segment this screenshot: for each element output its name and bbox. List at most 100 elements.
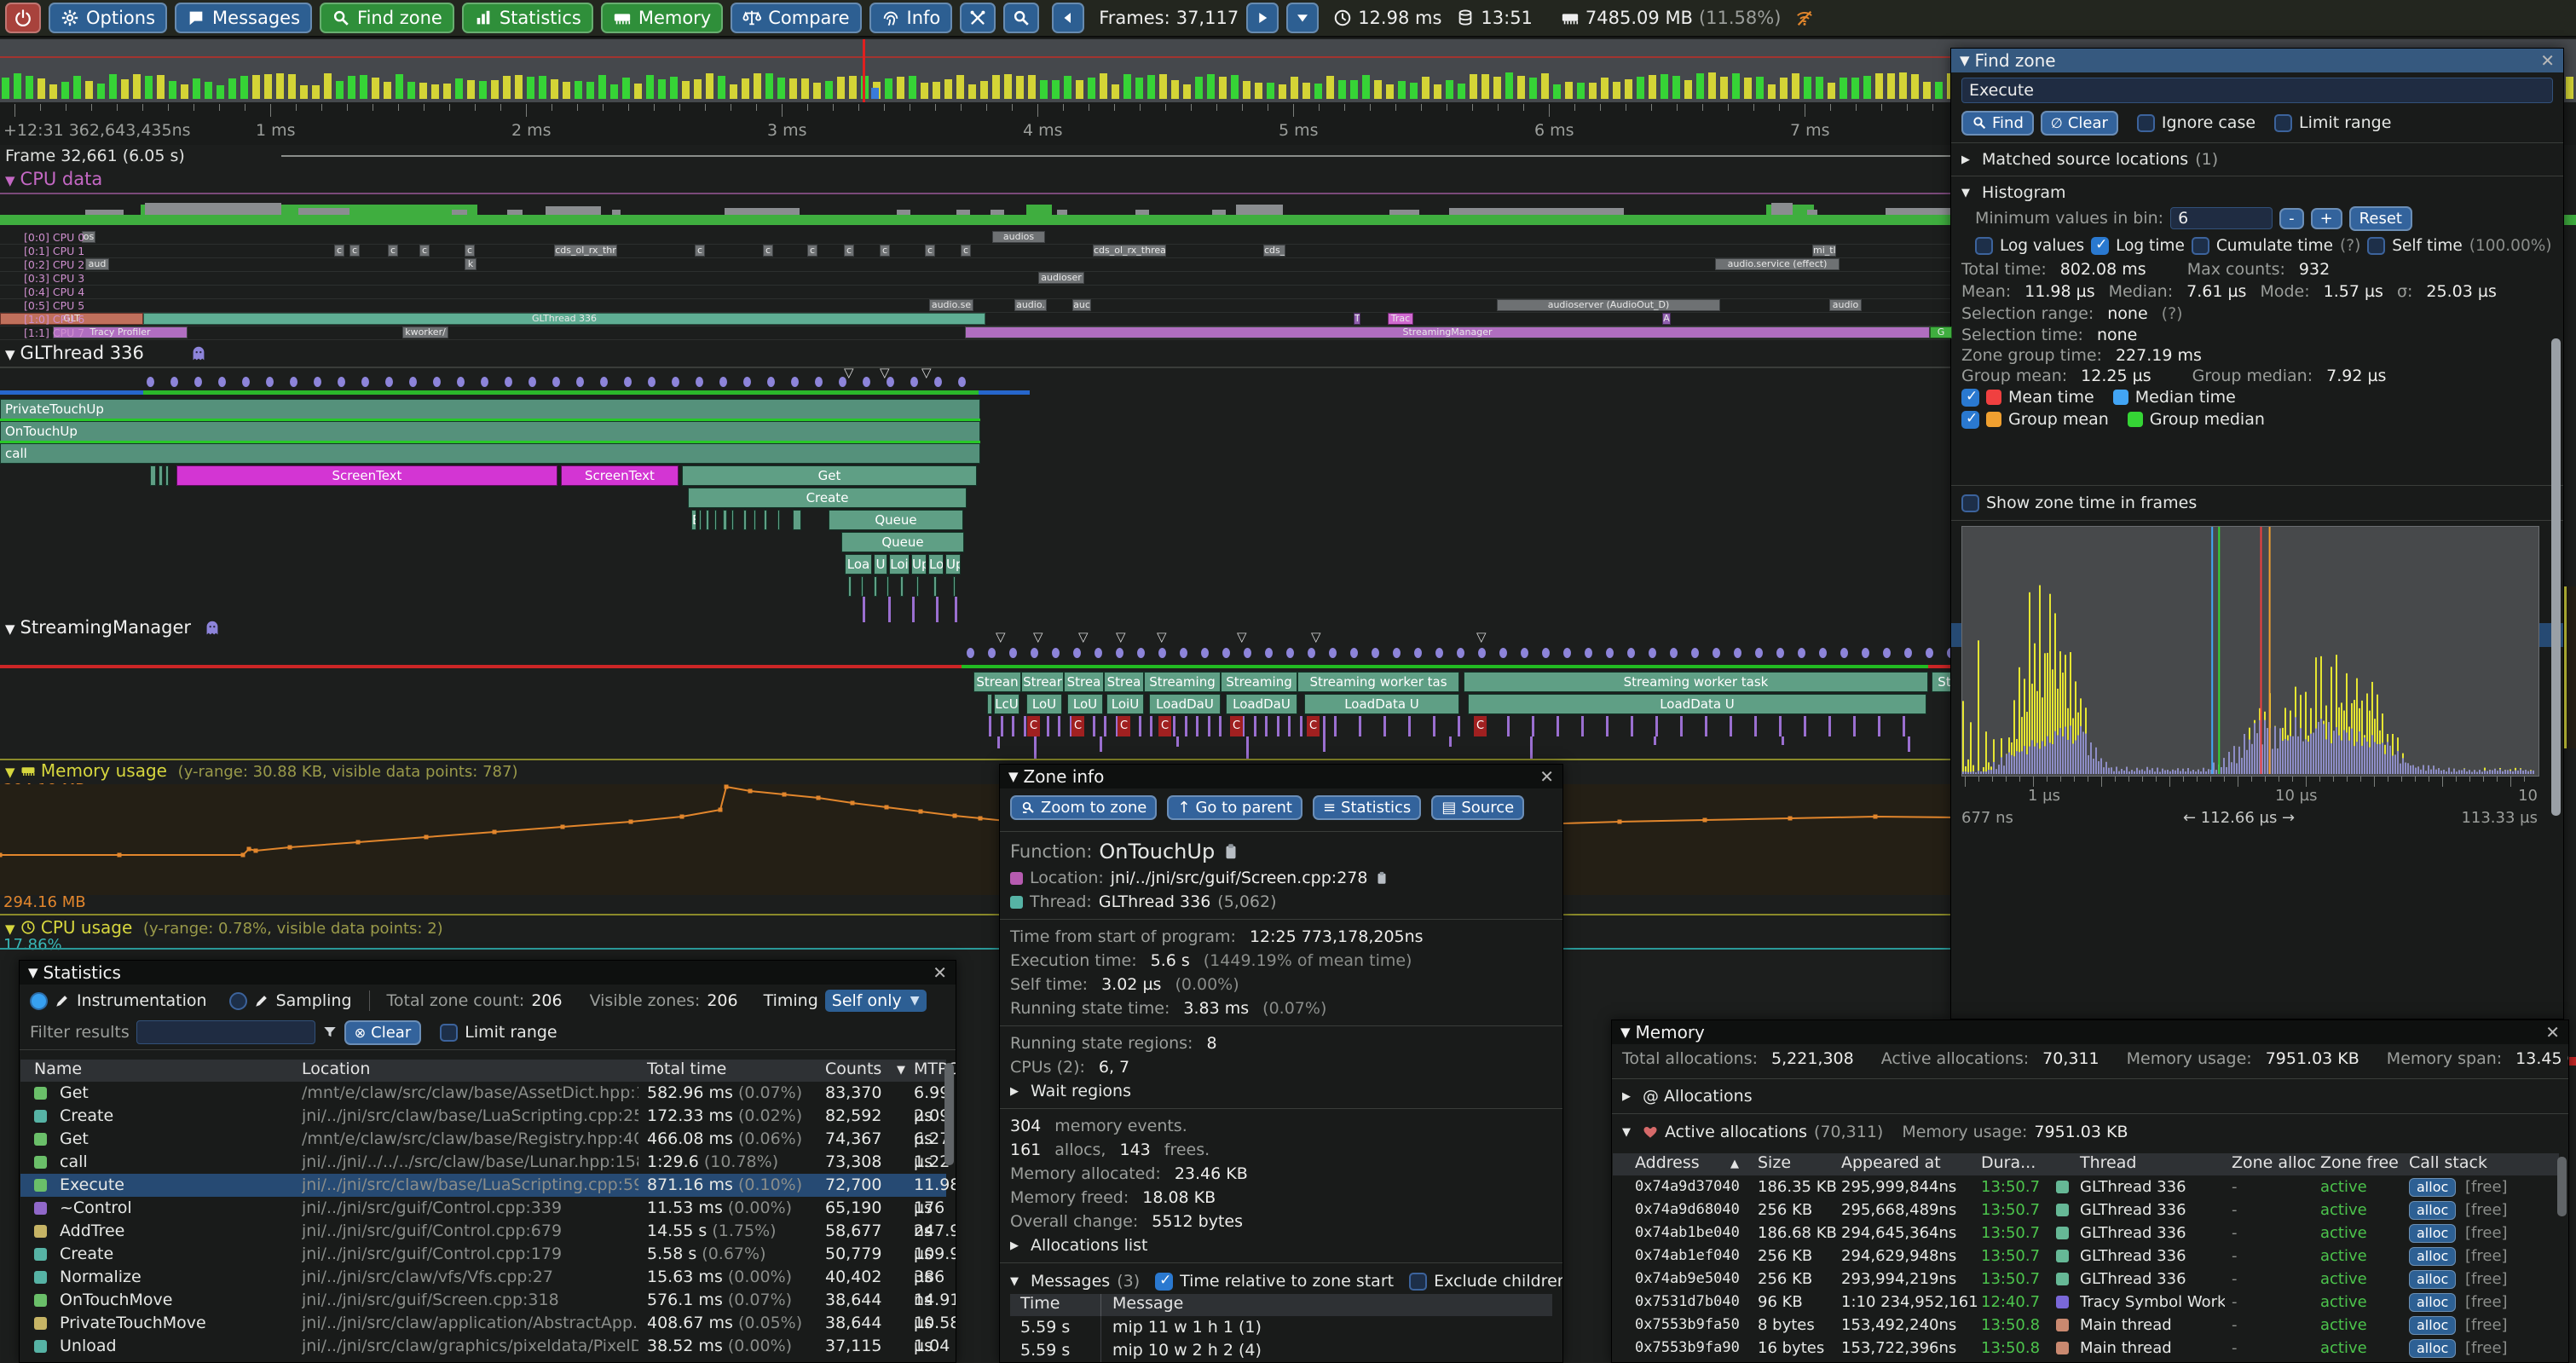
message-marker[interactable]: ▽ bbox=[1476, 629, 1487, 644]
cpu-zone[interactable]: c bbox=[925, 245, 935, 257]
frame-bar[interactable] bbox=[121, 79, 129, 99]
zone-bar[interactable]: Queue bbox=[829, 510, 963, 530]
frame-bar[interactable] bbox=[1123, 74, 1131, 99]
message-dot[interactable] bbox=[839, 377, 846, 387]
zone-bar[interactable] bbox=[933, 576, 937, 597]
frame-bar[interactable] bbox=[1744, 78, 1752, 99]
zone-tick[interactable] bbox=[1300, 716, 1302, 736]
frame-bar[interactable] bbox=[1207, 74, 1215, 99]
zone-tick[interactable] bbox=[1173, 716, 1175, 736]
message-dot[interactable] bbox=[1414, 648, 1422, 658]
frame-bar[interactable] bbox=[1183, 84, 1191, 99]
cpu-zone[interactable]: c bbox=[695, 245, 705, 257]
message-dot[interactable] bbox=[1883, 648, 1891, 658]
frame-bar[interactable] bbox=[1684, 80, 1692, 99]
message-dot[interactable] bbox=[576, 377, 584, 387]
cpu-zone[interactable]: cds_ol_rx_threa bbox=[1093, 245, 1166, 257]
message-dot[interactable] bbox=[600, 377, 608, 387]
message-marker[interactable]: ▽ bbox=[1157, 629, 1167, 644]
zone-bar[interactable] bbox=[150, 465, 156, 486]
cpu-zone[interactable]: audio.se bbox=[929, 299, 973, 311]
log-time-checkbox[interactable] bbox=[2091, 237, 2109, 255]
frame-bar[interactable] bbox=[1828, 83, 1835, 99]
message-dot[interactable] bbox=[1286, 648, 1294, 658]
frame-bar[interactable] bbox=[14, 73, 21, 99]
frame-bar[interactable] bbox=[228, 78, 236, 99]
zone-bar[interactable]: Loi bbox=[889, 554, 910, 575]
frame-bar[interactable] bbox=[706, 73, 713, 99]
message-dot[interactable] bbox=[1372, 648, 1379, 658]
zone-tick[interactable] bbox=[989, 716, 991, 736]
statistics-row[interactable]: Get/mnt/e/claw/src/claw/base/AssetDict.h… bbox=[20, 1082, 946, 1105]
frame-bar[interactable] bbox=[1899, 72, 1907, 99]
frame-bar[interactable] bbox=[1231, 75, 1239, 99]
zone-bar[interactable] bbox=[723, 510, 727, 530]
message-dot[interactable] bbox=[1350, 648, 1358, 658]
frame-bar[interactable] bbox=[1792, 73, 1799, 99]
zone-c[interactable]: C bbox=[1307, 716, 1320, 736]
message-marker[interactable]: ▽ bbox=[1237, 629, 1247, 644]
clipboard-icon[interactable] bbox=[1222, 842, 1240, 861]
message-dot[interactable] bbox=[1926, 648, 1933, 658]
zone-bar[interactable]: ScreenText bbox=[176, 465, 557, 486]
frame-bar[interactable] bbox=[1696, 73, 1704, 99]
message-dot[interactable] bbox=[481, 377, 488, 387]
cpu-zone[interactable]: audio.service (effect) bbox=[1715, 258, 1840, 270]
alloc-button[interactable]: alloc bbox=[2409, 1339, 2456, 1358]
frame-bar[interactable] bbox=[1362, 75, 1370, 99]
message-dot[interactable] bbox=[1649, 648, 1656, 658]
statistics-row[interactable]: Executejni/../jni/src/claw/base/LuaScrip… bbox=[20, 1174, 946, 1197]
zone-bar[interactable] bbox=[874, 576, 877, 597]
message-dot[interactable] bbox=[1244, 648, 1251, 658]
zone-tick[interactable] bbox=[1705, 716, 1707, 736]
cpu-zone[interactable]: kworker/ bbox=[402, 326, 448, 338]
zone-bar[interactable] bbox=[848, 576, 852, 597]
frame-bar[interactable] bbox=[1541, 73, 1549, 99]
message-dot[interactable] bbox=[1031, 648, 1038, 658]
frame-bar[interactable] bbox=[85, 81, 93, 99]
zone-bar[interactable]: E bbox=[691, 510, 696, 530]
zone-tick[interactable] bbox=[1104, 716, 1106, 736]
frame-bar[interactable] bbox=[921, 83, 928, 99]
zone-bar[interactable] bbox=[953, 576, 956, 597]
zone-bar[interactable]: Streaming worker tas bbox=[1297, 672, 1459, 692]
zone-tick[interactable] bbox=[1196, 716, 1198, 736]
frame-bar[interactable] bbox=[407, 82, 415, 99]
alloc-button[interactable]: alloc bbox=[2409, 1201, 2456, 1220]
frame-bar[interactable] bbox=[276, 73, 284, 99]
cpu-zone[interactable]: c bbox=[349, 245, 360, 257]
alloc-button[interactable]: alloc bbox=[2409, 1224, 2456, 1243]
zone-bar[interactable] bbox=[165, 465, 169, 486]
statistics-row[interactable]: OnTouchMovejni/../jni/src/guif/Screen.cp… bbox=[20, 1289, 946, 1312]
cpu-zone[interactable]: c bbox=[334, 245, 344, 257]
zone-bar[interactable]: Strean bbox=[973, 672, 1021, 692]
message-dot[interactable] bbox=[648, 377, 656, 387]
frame-bar[interactable] bbox=[1016, 76, 1024, 99]
frame-dropdown-button[interactable] bbox=[1286, 3, 1319, 33]
cpu-zone[interactable]: k bbox=[465, 258, 477, 270]
frame-bar[interactable] bbox=[1410, 83, 1418, 99]
frame-bar[interactable] bbox=[980, 81, 988, 99]
message-dot[interactable] bbox=[1627, 648, 1635, 658]
zone-tick[interactable] bbox=[1828, 716, 1831, 736]
message-dot[interactable] bbox=[1904, 648, 1912, 658]
frame-bar[interactable] bbox=[801, 78, 809, 99]
zone-tick[interactable] bbox=[1334, 716, 1337, 736]
message-dot[interactable] bbox=[1073, 648, 1081, 658]
alloc-button[interactable]: alloc bbox=[2409, 1178, 2456, 1197]
frame-bar[interactable] bbox=[539, 76, 546, 99]
zone-bar[interactable]: Streaming bbox=[1144, 672, 1221, 692]
allocations-toggle[interactable]: ▶@ Allocations bbox=[1612, 1084, 2568, 1108]
message-dot[interactable] bbox=[1585, 648, 1592, 658]
frame-bar[interactable] bbox=[742, 78, 749, 99]
frame-bar[interactable] bbox=[610, 84, 618, 99]
message-dot[interactable] bbox=[1435, 648, 1443, 658]
message-dot[interactable] bbox=[1457, 648, 1464, 658]
frame-bar[interactable] bbox=[1589, 83, 1597, 99]
frame-bar[interactable] bbox=[1529, 78, 1537, 99]
frame-bar[interactable] bbox=[825, 81, 833, 99]
prev-frame-button[interactable] bbox=[1052, 3, 1084, 33]
message-dot[interactable] bbox=[1563, 648, 1571, 658]
zone-bar[interactable]: Strea bbox=[1104, 672, 1144, 692]
message-dot[interactable] bbox=[361, 377, 369, 387]
